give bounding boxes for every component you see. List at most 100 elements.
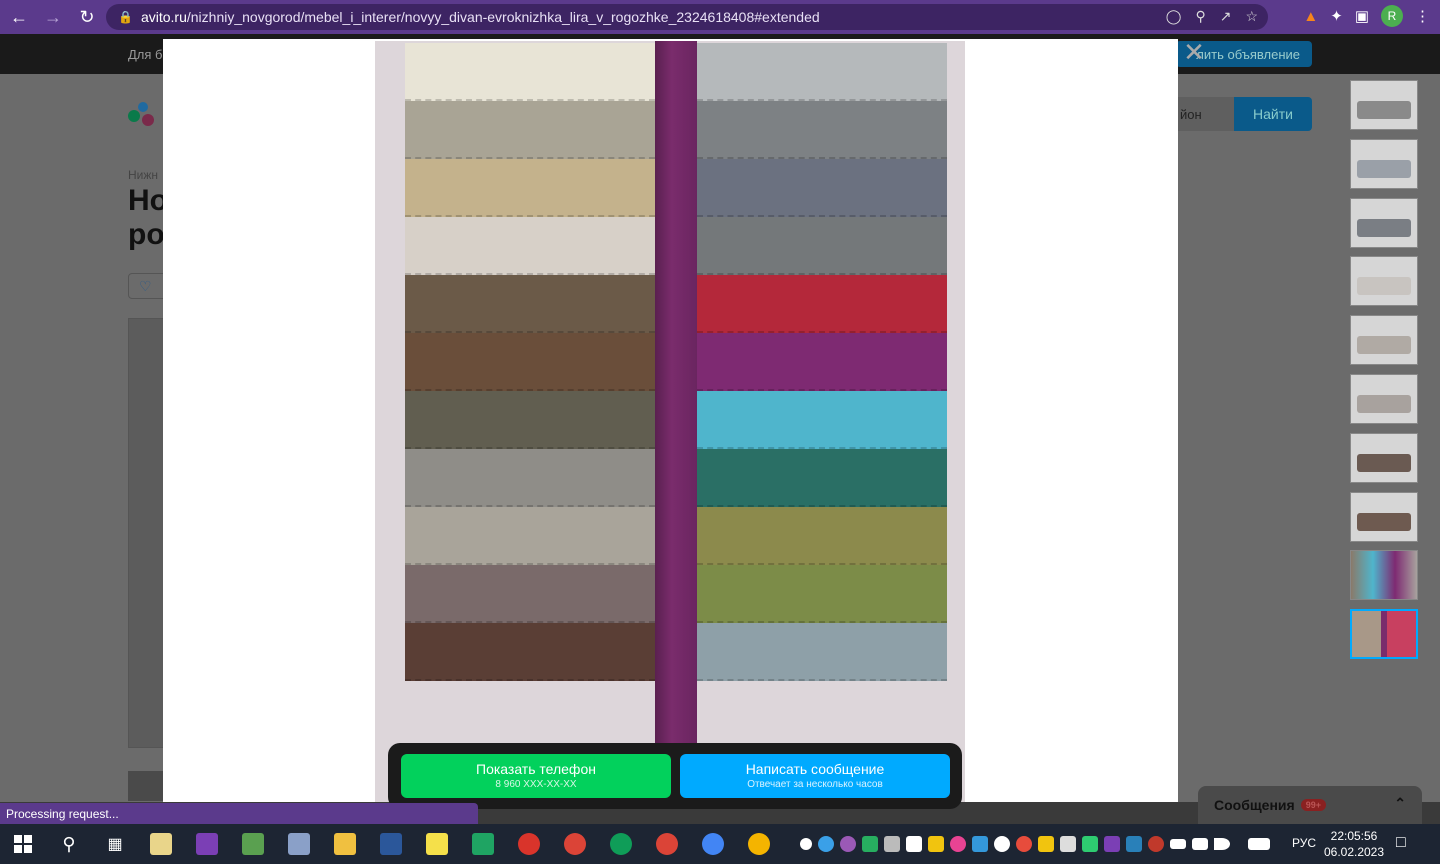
response-time-note: Отвечает за несколько часов — [747, 779, 883, 790]
sofa-image — [1357, 453, 1411, 472]
fx-tray-icon[interactable] — [1126, 836, 1142, 852]
network-icon[interactable] — [1192, 838, 1208, 850]
sofa-image — [1357, 101, 1411, 119]
system-clock[interactable]: 22:05:56 06.02.2023 — [1322, 828, 1386, 860]
fabric-swatch — [697, 449, 947, 507]
gallery-thumbnail[interactable] — [1350, 197, 1418, 248]
window-tray-icon[interactable] — [1060, 836, 1076, 852]
vpn-app-icon[interactable] — [506, 824, 552, 864]
show-phone-button[interactable]: Показать телефон 8 960 XXX-XX-XX — [401, 754, 671, 798]
reload-icon[interactable]: ↻ — [72, 2, 102, 32]
search-icon[interactable]: ⚲ — [46, 824, 92, 864]
chrome-profile-1-icon[interactable] — [552, 824, 598, 864]
bookmark-star-icon[interactable]: ☆ — [1245, 8, 1258, 25]
region-select: йон — [1176, 97, 1234, 131]
telegram-tray-icon[interactable] — [800, 838, 812, 850]
keyboard-icon[interactable] — [1248, 838, 1270, 850]
lock-icon: 🔒 — [118, 10, 133, 24]
fabric-swatch — [405, 101, 655, 159]
messages-count-badge: 99+ — [1300, 799, 1326, 811]
address-bar[interactable]: 🔒 avito.ru/nizhniy_novgorod/mebel_i_inte… — [106, 4, 1268, 30]
notepad-app-icon[interactable] — [138, 824, 184, 864]
favorite-heart-icon: ♡ — [128, 273, 168, 299]
extensions-puzzle-icon[interactable]: ✦ — [1330, 7, 1343, 25]
gallery-thumbnail[interactable] — [1350, 491, 1418, 542]
breadcrumb: Нижн — [128, 168, 159, 182]
input-language[interactable]: РУС — [1292, 836, 1316, 850]
record-tray-icon[interactable] — [950, 836, 966, 852]
spreadsheet-app-icon[interactable] — [230, 824, 276, 864]
battery-icon[interactable] — [1170, 839, 1186, 849]
translate-icon[interactable]: ◯ — [1166, 8, 1182, 25]
gallery-thumbnail[interactable] — [1350, 80, 1418, 130]
gallery-thumbnail[interactable] — [1350, 550, 1418, 601]
profile-avatar[interactable]: R — [1381, 5, 1403, 27]
chrome-profile-5-icon[interactable] — [736, 824, 782, 864]
sofa-image — [1357, 277, 1411, 296]
file-tray-icon[interactable] — [906, 836, 922, 852]
gallery-thumbnail[interactable] — [1350, 432, 1418, 483]
gallery-thumbnail[interactable] — [1350, 609, 1418, 660]
find-button: Найти — [1234, 97, 1312, 131]
purple-ribbon — [655, 41, 697, 802]
onenote-app-icon[interactable] — [184, 824, 230, 864]
contact-bar: Показать телефон 8 960 XXX-XX-XX Написат… — [388, 743, 962, 809]
back-icon[interactable]: ← — [4, 2, 34, 32]
notification-center-icon[interactable]: □ — [1396, 834, 1406, 852]
chrome-profile-2-icon[interactable] — [598, 824, 644, 864]
onenote-tray-icon[interactable] — [1104, 836, 1120, 852]
sticky-notes-icon[interactable] — [414, 824, 460, 864]
sofa-image — [1357, 336, 1411, 355]
purple-tray-icon[interactable] — [840, 836, 856, 852]
volume-icon[interactable] — [1214, 838, 1230, 850]
messages-label: Сообщения — [1214, 797, 1295, 813]
monitor-tray-icon[interactable] — [884, 836, 900, 852]
sheets-app-icon[interactable] — [460, 824, 506, 864]
fabric-swatch-photo[interactable] — [375, 41, 965, 802]
fabric-swatch — [405, 449, 655, 507]
fabric-swatch — [405, 623, 655, 681]
word-app-icon[interactable] — [368, 824, 414, 864]
fabric-swatch — [405, 565, 655, 623]
snip-tray-icon[interactable] — [972, 836, 988, 852]
block-tray-icon[interactable] — [994, 836, 1010, 852]
green-tray-icon[interactable] — [1082, 836, 1098, 852]
gallery-thumbnail[interactable] — [1350, 256, 1418, 307]
fabric-swatch — [405, 333, 655, 391]
clock-time: 22:05:56 — [1330, 829, 1378, 843]
gallery-thumbnail[interactable] — [1350, 138, 1418, 189]
fabric-swatch — [697, 391, 947, 449]
utility-app-icon[interactable] — [276, 824, 322, 864]
gallery-thumbnail[interactable] — [1350, 374, 1418, 424]
menu-kebab-icon[interactable]: ⋮ — [1415, 7, 1430, 25]
gallery-thumbnail[interactable] — [1350, 315, 1418, 366]
close-icon[interactable]: ✕ — [1180, 37, 1208, 67]
zoom-icon[interactable]: ⚲ — [1195, 8, 1205, 25]
phone-number-masked: 8 960 XXX-XX-XX — [495, 779, 577, 790]
fabric-swatch — [405, 43, 655, 101]
vpn-tray-icon[interactable] — [1148, 836, 1164, 852]
task-view-icon[interactable]: ▦ — [92, 824, 138, 864]
notes-tray-icon[interactable] — [928, 836, 944, 852]
messages-widget[interactable]: Сообщения 99+ ⌃ — [1198, 786, 1422, 824]
color-tray-icon[interactable] — [818, 836, 834, 852]
write-message-button[interactable]: Написать сообщение Отвечает за несколько… — [680, 754, 950, 798]
fabric-swatch — [697, 101, 947, 159]
for-business-link: Для б — [128, 47, 163, 62]
shield-tray-icon[interactable] — [862, 836, 878, 852]
sofa-image — [1357, 512, 1411, 531]
side-panel-icon[interactable]: ▣ — [1355, 7, 1369, 25]
status-bubble: Processing request... — [0, 803, 478, 825]
adblock-tray-icon[interactable] — [1016, 836, 1032, 852]
windows-start-icon[interactable] — [0, 824, 46, 864]
forward-icon[interactable]: → — [38, 2, 68, 32]
chevron-up-icon[interactable]: ⌃ — [1394, 795, 1406, 812]
share-icon[interactable]: ↗ — [1220, 8, 1232, 25]
chrome-profile-3-icon[interactable] — [644, 824, 690, 864]
metamask-extension-icon[interactable]: ▲ — [1303, 8, 1318, 25]
sticky-tray-icon[interactable] — [1038, 836, 1054, 852]
file-explorer-icon[interactable] — [322, 824, 368, 864]
chrome-profile-4-icon[interactable] — [690, 824, 736, 864]
fabric-swatch — [697, 275, 947, 333]
fabric-swatch — [697, 565, 947, 623]
